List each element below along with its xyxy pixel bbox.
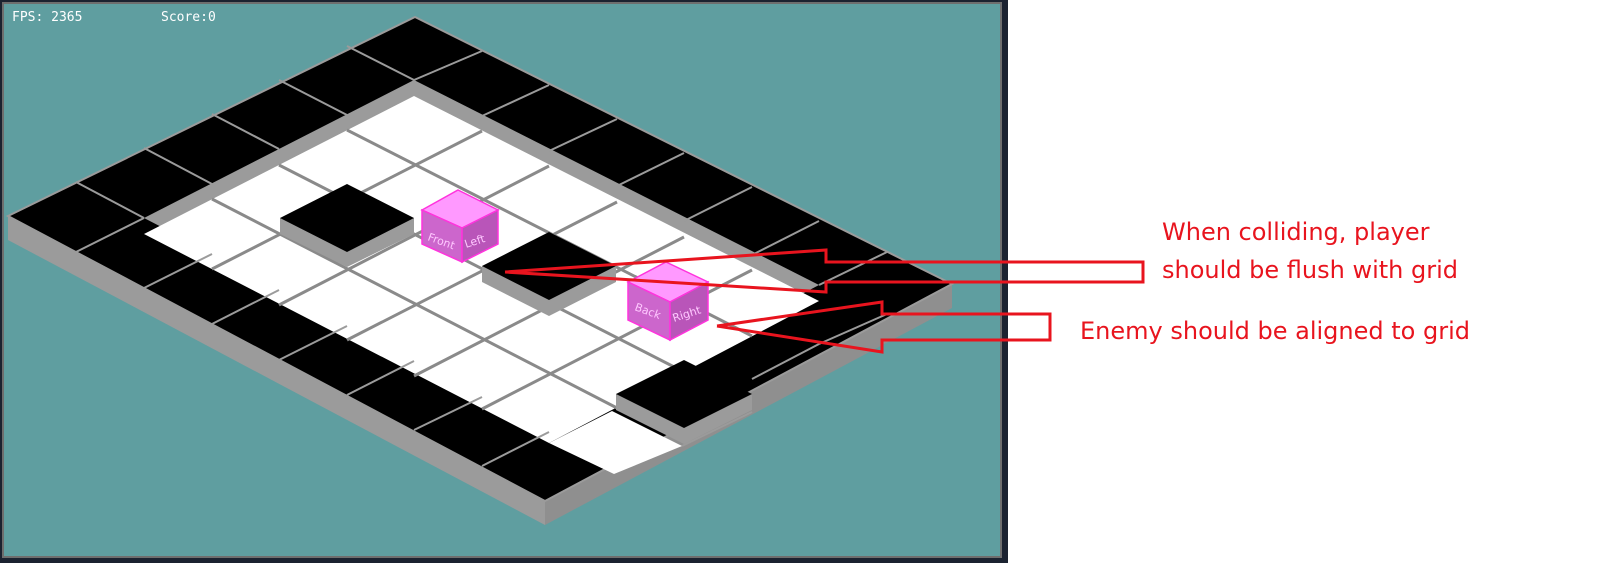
collision-note-line1: When colliding, player	[1162, 218, 1430, 246]
collision-note: When colliding, player should be flush w…	[1162, 213, 1458, 289]
enemy-note: Enemy should be aligned to grid	[1080, 312, 1470, 350]
collision-note-line2: should be flush with grid	[1162, 256, 1458, 284]
enemy-note-line: Enemy should be aligned to grid	[1080, 317, 1470, 345]
enemy-arrow	[716, 300, 1052, 354]
collision-arrow	[504, 248, 1145, 294]
